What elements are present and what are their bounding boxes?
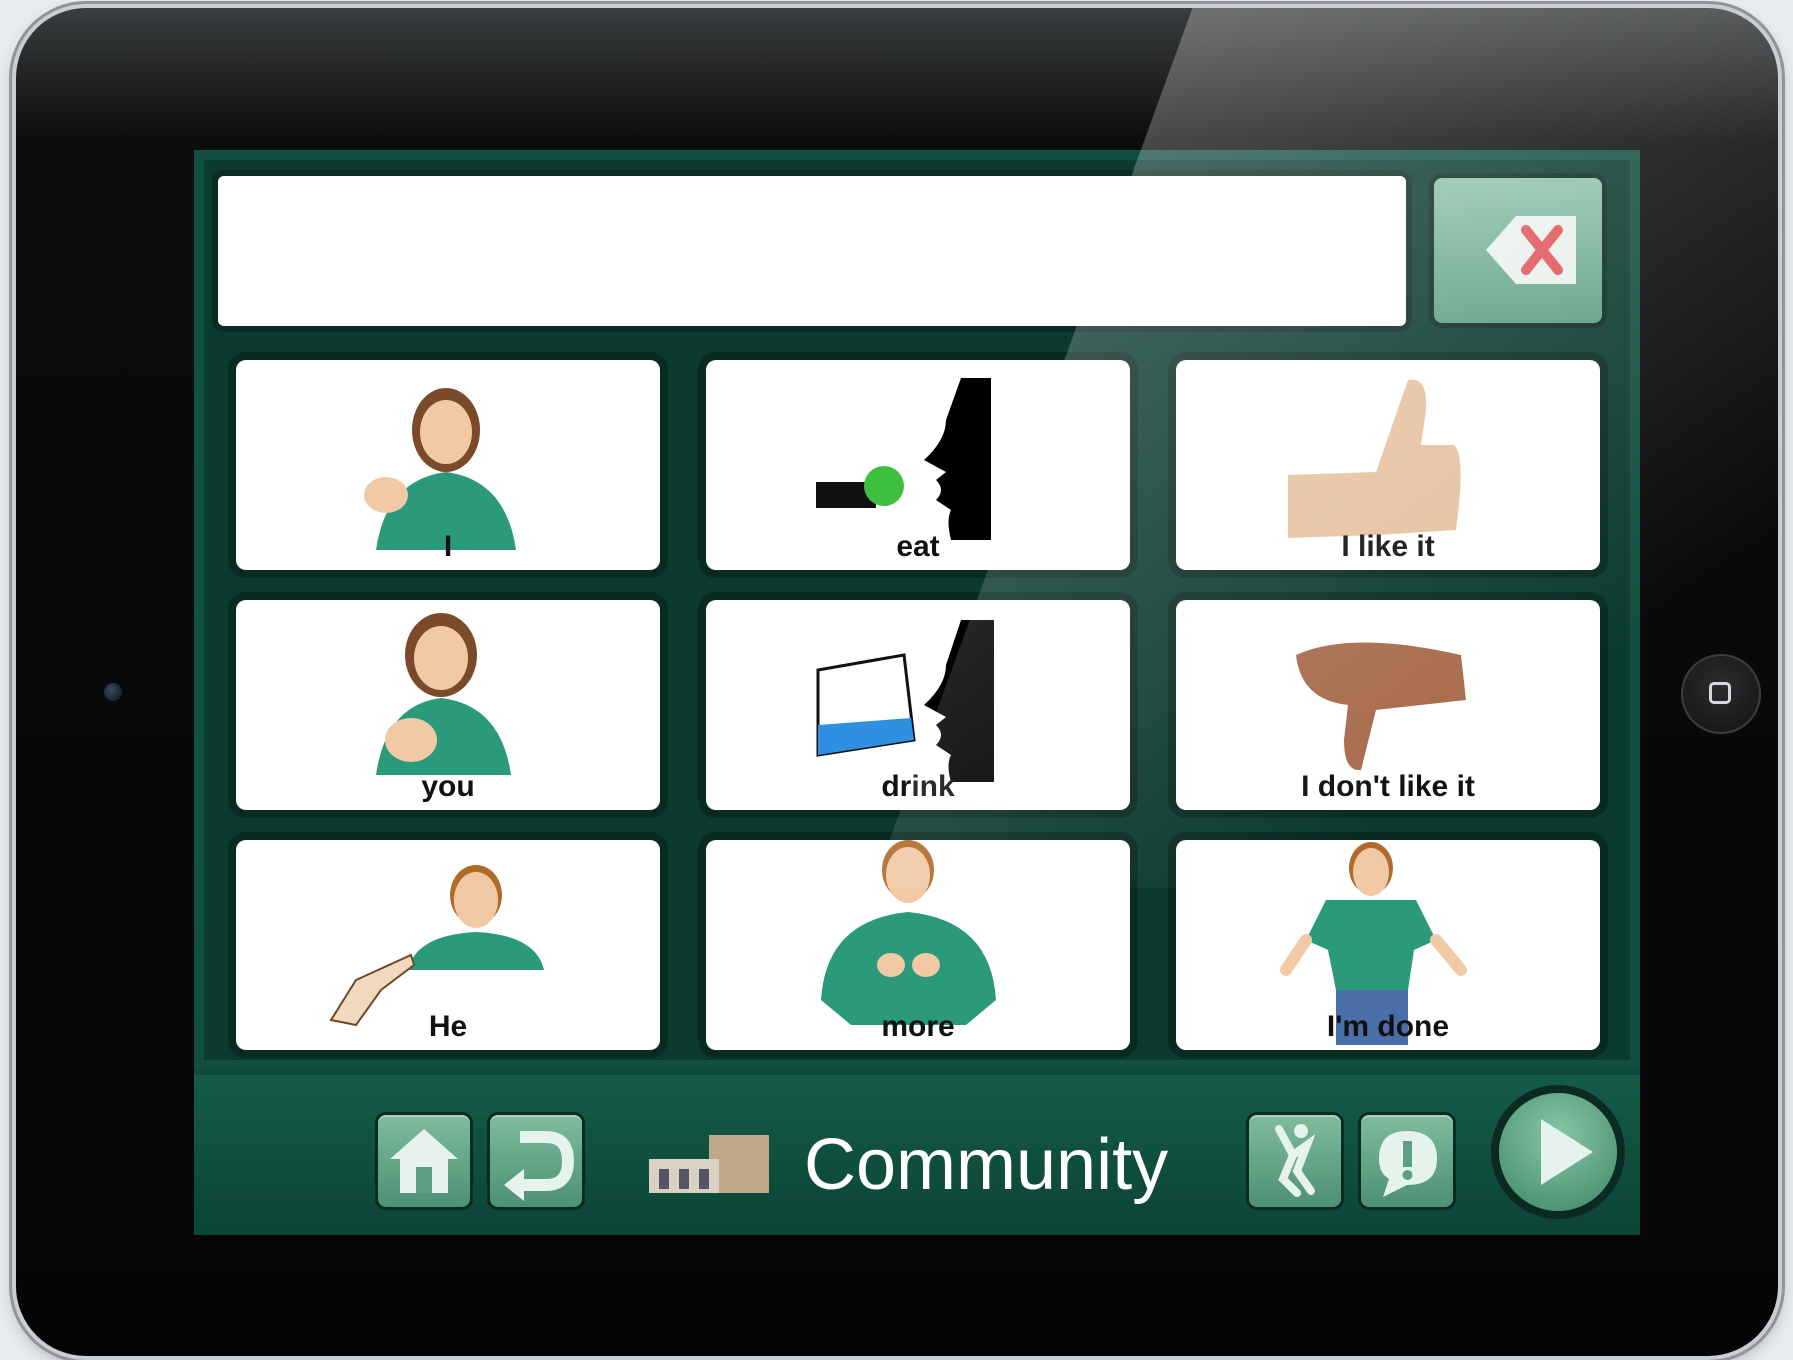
tile-i-dont-like-it[interactable]: I don't like it xyxy=(1176,600,1600,810)
tile-label: I'm done xyxy=(1326,1010,1450,1043)
board-area: I eat I like it you drink I don't like i… xyxy=(194,150,1640,1070)
hardware-home-button[interactable] xyxy=(1681,654,1761,734)
speak-button[interactable] xyxy=(1499,1093,1617,1211)
building-icon xyxy=(649,1135,769,1193)
app-screen: I eat I like it you drink I don't like i… xyxy=(194,150,1640,1235)
category-title: Community xyxy=(804,1125,1169,1205)
home-icon xyxy=(390,1129,458,1193)
tile-label: I don't like it xyxy=(1301,770,1475,803)
tile-label: I xyxy=(443,530,453,563)
tile-label: more xyxy=(881,1010,955,1043)
tile-drink[interactable]: drink xyxy=(706,600,1130,810)
home-square-icon xyxy=(1709,682,1731,704)
message-bar[interactable] xyxy=(218,176,1406,326)
backspace-icon xyxy=(1486,216,1576,284)
back-button[interactable] xyxy=(490,1115,582,1207)
tile-label: eat xyxy=(896,530,940,563)
tile-label: drink xyxy=(881,770,955,803)
tile-label: I like it xyxy=(1341,530,1435,563)
action-button[interactable] xyxy=(1249,1115,1341,1207)
undo-icon xyxy=(504,1131,575,1201)
tile-i-like-it[interactable]: I like it xyxy=(1176,360,1600,570)
tile-more[interactable]: more xyxy=(706,840,1130,1050)
tile-i[interactable]: I xyxy=(236,360,660,570)
tile-im-done[interactable]: I'm done xyxy=(1176,840,1600,1050)
home-button[interactable] xyxy=(378,1115,470,1207)
backspace-button[interactable] xyxy=(1434,178,1602,323)
tile-label: He xyxy=(428,1010,468,1043)
jump-icon xyxy=(1275,1124,1316,1197)
exclamation-bubble-icon xyxy=(1379,1131,1437,1197)
tablet-frame: I eat I like it you drink I don't like i… xyxy=(16,8,1778,1356)
tile-label: you xyxy=(421,770,475,803)
camera-icon xyxy=(104,683,122,701)
alert-button[interactable] xyxy=(1361,1115,1453,1207)
play-icon xyxy=(1541,1119,1593,1185)
tile-you[interactable]: you xyxy=(236,600,660,810)
tile-eat[interactable]: eat xyxy=(706,360,1130,570)
tile-he[interactable]: He xyxy=(236,840,660,1050)
bottom-toolbar: Community xyxy=(194,1075,1640,1235)
